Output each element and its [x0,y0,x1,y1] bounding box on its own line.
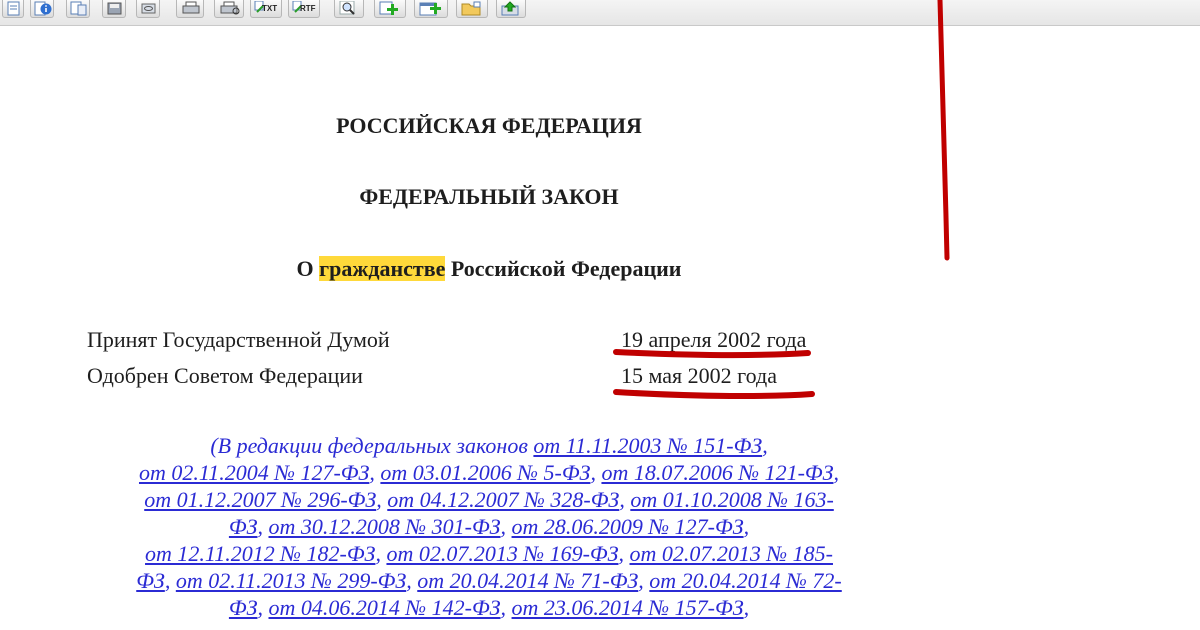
annotation-underline-approved [613,389,815,400]
amendment-link[interactable]: от 01.12.2007 № 296-ФЗ [144,487,376,512]
export-icon [501,1,519,16]
redaction-line: от 02.11.2004 № 127-ФЗ, от 03.01.2006 № … [138,460,839,485]
redaction-line: ФЗ, от 02.11.2013 № 299-ФЗ, от 20.04.201… [136,568,842,593]
amendment-link[interactable]: от 02.11.2013 № 299-ФЗ [176,568,406,593]
redaction-line: ФЗ, от 04.06.2014 № 142-ФЗ, от 23.06.201… [228,595,750,620]
document-list-button[interactable] [66,0,90,18]
info-button[interactable] [30,0,54,18]
document-country: РОССИЙСКАЯ ФЕДЕРАЦИЯ [336,113,642,138]
redaction-line: от 12.11.2012 № 182-ФЗ, от 02.07.2013 № … [145,541,833,566]
document-title-highlight: гражданстве [319,256,446,281]
export-button[interactable] [496,0,526,18]
amendment-link[interactable]: от 04.06.2014 № 142-ФЗ [269,595,501,620]
print-button[interactable] [176,0,204,18]
toolbar: TXT RTF [0,0,1200,26]
amendment-link[interactable]: ФЗ [229,595,258,620]
adopted-label: Принят Государственной Думой [87,327,390,352]
print-preview-button[interactable] [214,0,244,18]
amendment-link[interactable]: от 20.04.2014 № 72- [649,568,841,593]
amendment-link[interactable]: от 03.01.2006 № 5-ФЗ [380,460,590,485]
amendment-link[interactable]: от 02.11.2004 № 127-ФЗ [139,460,369,485]
amendment-link[interactable]: от 01.10.2008 № 163- [630,487,833,512]
save-button[interactable] [102,0,126,18]
redaction-line: ФЗ, от 30.12.2008 № 301-ФЗ, от 28.06.200… [228,514,750,539]
add-to-list-icon [419,2,441,16]
link-icon [141,3,156,14]
approved-label: Одобрен Советом Федерации [87,363,363,388]
export-rtf-label: RTF [300,4,316,13]
search-icon [339,1,355,15]
print-preview-icon [220,1,240,15]
document-title: О гражданстве Российской Федерации [0,256,978,282]
document-list-icon [70,1,87,16]
print-icon [182,1,200,14]
amendment-link[interactable]: ФЗ [136,568,165,593]
add-document-icon [379,1,398,15]
amendment-link[interactable]: от 30.12.2008 № 301-ФЗ [269,514,501,539]
amendment-link[interactable]: от 02.07.2013 № 169-ФЗ [386,541,618,566]
info-icon [34,1,52,16]
folder-icon [461,1,481,16]
amendment-link[interactable]: от 23.06.2014 № 157-ФЗ [512,595,744,620]
export-rtf-button[interactable]: RTF [288,0,320,18]
export-txt-button[interactable]: TXT [250,0,282,18]
amendment-link[interactable]: от 20.04.2014 № 71-ФЗ [417,568,638,593]
amendment-link[interactable]: от 04.12.2007 № 328-ФЗ [387,487,619,512]
redaction-intro: (В редакции федеральных законов [210,433,534,458]
redaction-line: (В редакции федеральных законов от 11.11… [210,433,768,458]
folder-button[interactable] [456,0,488,18]
search-button[interactable] [334,0,364,18]
document-icon [7,1,20,16]
amendment-link[interactable]: от 02.07.2013 № 185- [630,541,833,566]
link-button[interactable] [136,0,160,18]
adopted-date: 19 апреля 2002 года [621,327,807,352]
document-title-suffix: Российской Федерации [450,256,682,281]
add-to-list-button[interactable] [414,0,448,18]
amendment-link[interactable]: от 11.11.2003 № 151-ФЗ [533,433,762,458]
approved-date: 15 мая 2002 года [621,363,777,388]
add-document-button[interactable] [374,0,406,18]
amendment-link[interactable]: от 28.06.2009 № 127-ФЗ [512,514,744,539]
save-icon [107,2,122,15]
amendment-link[interactable]: от 12.11.2012 № 182-ФЗ [145,541,375,566]
export-txt-label: TXT [262,4,278,13]
document-button[interactable] [2,0,24,18]
redaction-line: от 01.12.2007 № 296-ФЗ, от 04.12.2007 № … [144,487,834,512]
document-title-prefix: О [296,256,314,281]
amendment-link[interactable]: ФЗ [229,514,258,539]
document-type: ФЕДЕРАЛЬНЫЙ ЗАКОН [359,184,619,209]
amendment-link[interactable]: от 18.07.2006 № 121-ФЗ [601,460,833,485]
